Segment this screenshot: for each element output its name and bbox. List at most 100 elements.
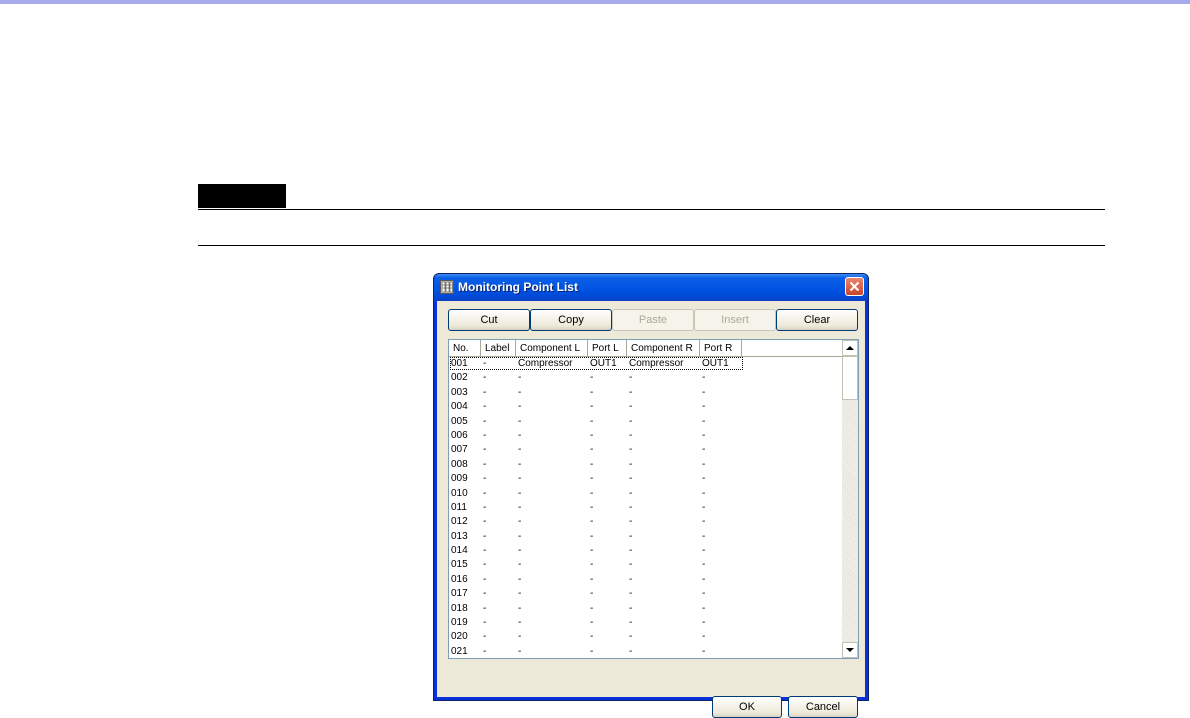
table-cell: - bbox=[518, 617, 522, 629]
table-cell: 001 bbox=[451, 358, 468, 369]
table-cell: - bbox=[629, 473, 633, 485]
table-cell: - bbox=[483, 372, 487, 384]
scrollbar-thumb[interactable] bbox=[842, 356, 858, 400]
table-cell: 006 bbox=[451, 429, 468, 441]
table-cell: - bbox=[483, 617, 487, 629]
table-row[interactable]: 021 - - - - - bbox=[449, 645, 844, 658]
ok-button[interactable]: OK bbox=[712, 696, 782, 718]
column-header-component-r[interactable]: Component R bbox=[627, 340, 700, 357]
table-row[interactable]: 014 - - - - - bbox=[449, 544, 844, 558]
table-cell: - bbox=[590, 545, 594, 557]
table-cell: OUT1 bbox=[590, 358, 617, 369]
table-cell: - bbox=[518, 602, 522, 614]
table-cell: - bbox=[483, 501, 487, 513]
table-row[interactable]: 020 - - - - - bbox=[449, 630, 844, 644]
table-row[interactable]: 003 - - - - - bbox=[449, 386, 844, 400]
table-row[interactable]: 002 - - - - - bbox=[449, 371, 844, 385]
cancel-button[interactable]: Cancel bbox=[788, 696, 858, 718]
table-cell: - bbox=[590, 645, 594, 657]
table-row[interactable]: 005 - - - - - bbox=[449, 415, 844, 429]
table-cell: Compressor bbox=[518, 358, 573, 369]
table-row[interactable]: 009 - - - - - bbox=[449, 472, 844, 486]
table-cell: - bbox=[590, 530, 594, 542]
table-cell: - bbox=[629, 458, 633, 470]
table-cell: 004 bbox=[451, 401, 468, 413]
copy-button[interactable]: Copy bbox=[530, 309, 612, 331]
monitoring-point-list-dialog: Monitoring Point List Cut Copy Paste Ins… bbox=[433, 273, 869, 718]
table-cell: - bbox=[518, 386, 522, 398]
table-cell: - bbox=[518, 487, 522, 499]
table-cell: - bbox=[483, 559, 487, 571]
table-cell: - bbox=[518, 458, 522, 470]
clear-button[interactable]: Clear bbox=[776, 309, 858, 331]
insert-button[interactable]: Insert bbox=[694, 309, 776, 331]
table-cell: - bbox=[590, 631, 594, 643]
column-header-label[interactable]: Label bbox=[481, 340, 516, 357]
table-cell: - bbox=[629, 386, 633, 398]
arrow-down-icon bbox=[846, 648, 854, 652]
table-cell: - bbox=[702, 559, 706, 571]
table-cell: - bbox=[629, 617, 633, 629]
table-cell: - bbox=[629, 573, 633, 585]
cut-button[interactable]: Cut bbox=[448, 309, 530, 331]
close-button[interactable] bbox=[845, 277, 864, 296]
paste-button[interactable]: Paste bbox=[612, 309, 694, 331]
scroll-down-button[interactable] bbox=[842, 642, 858, 658]
table-cell: - bbox=[629, 372, 633, 384]
title-bar[interactable]: Monitoring Point List bbox=[434, 274, 868, 301]
table-row[interactable]: 004 - - - - - bbox=[449, 400, 844, 414]
dialog-client-area: Cut Copy Paste Insert Clear No. Label Co… bbox=[437, 301, 865, 718]
table-cell: - bbox=[629, 545, 633, 557]
table-row[interactable]: 013 - - - - - bbox=[449, 530, 844, 544]
table-cell: 002 bbox=[451, 372, 468, 384]
table-cell: - bbox=[590, 588, 594, 600]
table-row[interactable]: 007 - - - - - bbox=[449, 443, 844, 457]
table-row[interactable]: 011 - - - - - bbox=[449, 501, 844, 515]
table-row[interactable]: 016 - - - - - bbox=[449, 573, 844, 587]
column-header-port-l[interactable]: Port L bbox=[588, 340, 627, 357]
scroll-up-button[interactable] bbox=[842, 340, 858, 356]
monitoring-point-table[interactable]: No. Label Component L Port L Component R… bbox=[448, 339, 859, 659]
table-row[interactable]: 018 - - - - - bbox=[449, 602, 844, 616]
table-cell: - bbox=[483, 645, 487, 657]
table-cell: - bbox=[518, 501, 522, 513]
table-row[interactable]: 010 - - - - - bbox=[449, 487, 844, 501]
table-cell: OUT1 bbox=[702, 358, 729, 369]
table-cell: - bbox=[702, 372, 706, 384]
table-cell: 019 bbox=[451, 617, 468, 629]
table-cell: - bbox=[629, 645, 633, 657]
table-cell: - bbox=[702, 530, 706, 542]
column-header-no[interactable]: No. bbox=[449, 340, 481, 357]
table-cell: - bbox=[590, 559, 594, 571]
table-cell: - bbox=[590, 429, 594, 441]
note-heading-tag bbox=[198, 184, 286, 208]
column-header-component-l[interactable]: Component L bbox=[516, 340, 588, 357]
table-row[interactable]: 012 - - - - - bbox=[449, 515, 844, 529]
table-cell: 005 bbox=[451, 415, 468, 427]
table-header: No. Label Component L Port L Component R… bbox=[449, 340, 844, 357]
table-row[interactable]: 006 - - - - - bbox=[449, 429, 844, 443]
vertical-scrollbar[interactable] bbox=[842, 340, 858, 658]
table-cell: - bbox=[590, 501, 594, 513]
table-row[interactable]: 001 - Compressor OUT1 Compressor OUT1 bbox=[449, 357, 844, 371]
table-row[interactable]: 008 - - - - - bbox=[449, 458, 844, 472]
note-bottom-rule bbox=[198, 245, 1105, 246]
table-cell: 010 bbox=[451, 487, 468, 499]
table-row[interactable]: 019 - - - - - bbox=[449, 616, 844, 630]
table-cell: - bbox=[483, 429, 487, 441]
table-cell: - bbox=[702, 545, 706, 557]
table-cell: - bbox=[518, 415, 522, 427]
table-cell: 015 bbox=[451, 559, 468, 571]
table-row[interactable]: 017 - - - - - bbox=[449, 587, 844, 601]
table-cell: - bbox=[629, 530, 633, 542]
table-cell: - bbox=[629, 501, 633, 513]
table-row[interactable]: 015 - - - - - bbox=[449, 558, 844, 572]
table-cell: - bbox=[483, 458, 487, 470]
table-cell: - bbox=[518, 372, 522, 384]
column-header-port-r[interactable]: Port R bbox=[700, 340, 742, 357]
table-cell: - bbox=[483, 602, 487, 614]
table-cell: - bbox=[518, 573, 522, 585]
table-cell: - bbox=[702, 473, 706, 485]
table-cell: - bbox=[483, 415, 487, 427]
table-cell: 021 bbox=[451, 645, 468, 657]
